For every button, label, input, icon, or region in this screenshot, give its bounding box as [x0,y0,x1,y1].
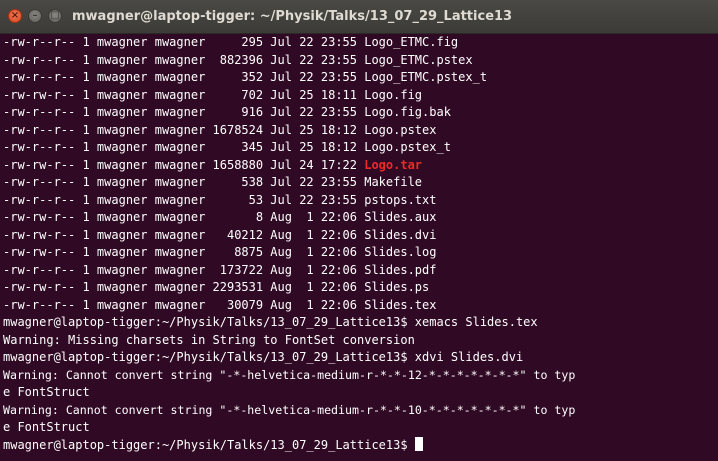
file-name: Makefile [364,175,423,189]
file-attributes: -rw-rw-r-- 1 mwagner mwagner 8875 Aug 1 … [3,245,365,259]
file-attributes: -rw-r--r-- 1 mwagner mwagner 352 Jul 22 … [3,70,365,84]
file-name: Logo.pstex [364,122,437,137]
listing-row: -rw-r--r-- 1 mwagner mwagner 538 Jul 22 … [3,174,715,192]
listing-row: -rw-rw-r-- 1 mwagner mwagner 8 Aug 1 22:… [3,209,715,227]
listing-row: -rw-rw-r-- 1 mwagner mwagner 1658880 Jul… [3,157,715,175]
listing-row: -rw-rw-r-- 1 mwagner mwagner 702 Jul 25 … [3,87,715,105]
text-cursor [414,436,423,451]
output-line: Warning: Cannot convert string "-*-helve… [3,367,576,382]
file-attributes: -rw-rw-r-- 1 mwagner mwagner 1658880 Jul… [3,157,365,172]
file-name: Slides.dvi [364,227,437,242]
listing-row: -rw-r--r-- 1 mwagner mwagner 30079 Aug 1… [3,297,715,315]
file-attributes: -rw-r--r-- 1 mwagner mwagner 1678524 Jul… [3,122,365,137]
listing-row: -rw-rw-r-- 1 mwagner mwagner 8875 Aug 1 … [3,244,715,262]
file-name: Logo.tar [364,157,423,172]
output-line: Warning: Cannot convert string "-*-helve… [3,402,576,417]
maximize-button[interactable]: □ [48,9,62,23]
command-line: mwagner@laptop-tigger:~/Physik/Talks/13_… [3,350,524,364]
file-attributes: -rw-rw-r-- 1 mwagner mwagner 2293531 Aug… [3,280,365,294]
file-name: Slides.pdf [364,262,437,277]
file-name: Slides.tex [364,297,437,312]
file-attributes: -rw-rw-r-- 1 mwagner mwagner 40212 Aug 1… [3,227,365,242]
file-name: Slides.ps [364,280,430,294]
window-title: mwagner@laptop-tigger: ~/Physik/Talks/13… [72,9,513,24]
command-line: mwagner@laptop-tigger:~/Physik/Talks/13_… [3,315,538,329]
file-attributes: -rw-rw-r-- 1 mwagner mwagner 8 Aug 1 22:… [3,210,365,224]
file-attributes: -rw-r--r-- 1 mwagner mwagner 295 Jul 22 … [3,35,365,49]
listing-row: -rw-r--r-- 1 mwagner mwagner 295 Jul 22 … [3,34,715,52]
listing-row: -rw-r--r-- 1 mwagner mwagner 882396 Jul … [3,52,715,70]
prompt-line[interactable]: mwagner@laptop-tigger:~/Physik/Talks/13_… [3,436,715,455]
listing-row: -rw-r--r-- 1 mwagner mwagner 1678524 Jul… [3,122,715,140]
directory-listing: -rw-r--r-- 1 mwagner mwagner 295 Jul 22 … [3,34,715,314]
file-name: Logo_ETMC.pstex_t [364,70,488,84]
file-name: Slides.log [364,245,437,259]
file-attributes: -rw-r--r-- 1 mwagner mwagner 53 Jul 22 2… [3,192,365,207]
file-attributes: -rw-r--r-- 1 mwagner mwagner 916 Jul 22 … [3,105,365,119]
minimize-button[interactable]: – [28,9,42,23]
file-attributes: -rw-r--r-- 1 mwagner mwagner 345 Jul 25 … [3,140,365,154]
output-line: e FontStruct [3,385,90,399]
file-name: Logo.fig [364,87,423,102]
file-attributes: -rw-r--r-- 1 mwagner mwagner 30079 Aug 1… [3,297,365,312]
file-name: Slides.aux [364,210,437,224]
file-name: Logo.pstex_t [364,140,451,154]
listing-row: -rw-r--r-- 1 mwagner mwagner 173722 Aug … [3,262,715,280]
file-attributes: -rw-r--r-- 1 mwagner mwagner 882396 Jul … [3,52,365,67]
file-name: Logo_ETMC.pstex [364,52,473,67]
file-attributes: -rw-rw-r-- 1 mwagner mwagner 702 Jul 25 … [3,87,365,102]
session-log: mwagner@laptop-tigger:~/Physik/Talks/13_… [3,314,715,437]
file-name: Logo.fig.bak [364,105,451,119]
minimize-icon: – [32,10,38,21]
title-bar[interactable]: × – □ mwagner@laptop-tigger: ~/Physik/Ta… [0,0,718,34]
terminal-window: × – □ mwagner@laptop-tigger: ~/Physik/Ta… [0,0,718,461]
terminal-output[interactable]: -rw-r--r-- 1 mwagner mwagner 295 Jul 22 … [3,34,715,461]
file-name: Logo_ETMC.fig [364,35,459,49]
shell-prompt: mwagner@laptop-tigger:~/Physik/Talks/13_… [3,437,415,452]
close-icon: × [10,10,20,21]
output-line: Warning: Missing charsets in String to F… [3,332,415,347]
listing-row: -rw-rw-r-- 1 mwagner mwagner 2293531 Aug… [3,279,715,297]
file-attributes: -rw-r--r-- 1 mwagner mwagner 538 Jul 22 … [3,175,365,189]
listing-row: -rw-r--r-- 1 mwagner mwagner 53 Jul 22 2… [3,192,715,210]
listing-row: -rw-rw-r-- 1 mwagner mwagner 40212 Aug 1… [3,227,715,245]
file-name: pstops.txt [364,192,437,207]
listing-row: -rw-r--r-- 1 mwagner mwagner 345 Jul 25 … [3,139,715,157]
close-button[interactable]: × [8,9,22,23]
listing-row: -rw-r--r-- 1 mwagner mwagner 352 Jul 22 … [3,69,715,87]
maximize-icon: □ [50,10,60,21]
file-attributes: -rw-r--r-- 1 mwagner mwagner 173722 Aug … [3,262,365,277]
listing-row: -rw-r--r-- 1 mwagner mwagner 916 Jul 22 … [3,104,715,122]
output-line: e FontStruct [3,420,90,434]
